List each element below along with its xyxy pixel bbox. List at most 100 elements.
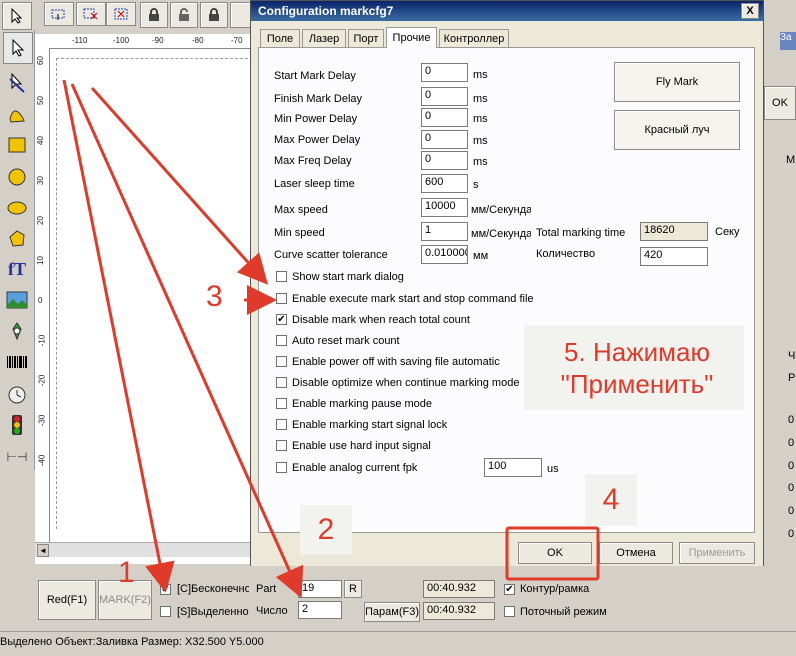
checkbox-selected[interactable] xyxy=(160,606,171,617)
red-btn-label: Red(F1) xyxy=(46,594,88,606)
right-letter: 0 xyxy=(788,528,795,540)
circle-tool-icon[interactable] xyxy=(3,162,31,192)
checkbox-label: Enable power off with saving file automa… xyxy=(292,356,500,368)
vector-file-tool-icon[interactable] xyxy=(3,316,31,346)
checkbox-label: Disable mark when reach total count xyxy=(292,314,470,326)
checkbox-label: Enable analog current fpk xyxy=(292,462,418,474)
ruler-tick: -20 xyxy=(37,374,47,387)
ruler-tick: -10 xyxy=(37,334,47,347)
horizontal-scrollbar[interactable]: ◄ xyxy=(35,542,252,557)
laser-sleep-time-input[interactable]: 600 xyxy=(421,174,468,193)
checkbox-checked[interactable]: ✔ xyxy=(276,314,287,325)
right-letter: 0 xyxy=(788,482,795,494)
polygon-tool-icon[interactable] xyxy=(3,224,31,254)
param-unit: мм/Секунда xyxy=(471,204,531,216)
checkbox[interactable] xyxy=(276,356,287,367)
line-tool-icon[interactable] xyxy=(3,70,31,100)
node-delete-icon[interactable] xyxy=(106,2,136,26)
min-speed-input[interactable]: 1 xyxy=(421,222,468,241)
lock-icon-2[interactable] xyxy=(170,2,198,28)
max-speed-input[interactable]: 10000 xyxy=(421,198,468,217)
right-panel-header: За xyxy=(780,32,796,50)
min-power-delay-input[interactable]: 0 xyxy=(421,108,468,127)
ruler-tick: 20 xyxy=(35,216,45,225)
right-letter: М xyxy=(786,154,796,166)
input-port-tool-icon[interactable] xyxy=(3,410,31,440)
tab-laser[interactable]: Лазер xyxy=(302,29,346,47)
checkbox[interactable] xyxy=(276,440,287,451)
red-light-button[interactable]: Красный луч xyxy=(614,110,740,150)
ellipse-tool-icon[interactable] xyxy=(3,193,31,223)
mark-btn-label: MARK(F2) xyxy=(99,594,151,606)
checkbox-label: Enable use hard input signal xyxy=(292,440,431,452)
lock-icon-3[interactable] xyxy=(200,2,228,28)
checkbox-label: Disable optimize when continue marking m… xyxy=(292,377,520,389)
checkbox[interactable] xyxy=(276,271,287,282)
checkbox[interactable] xyxy=(276,462,287,473)
annotation-number-1: 1 xyxy=(118,556,135,589)
total-marking-time-label: Total marking time xyxy=(536,227,626,239)
curve-tool-icon[interactable] xyxy=(3,100,31,130)
total-marking-time-value: 18620 xyxy=(640,222,708,241)
red-light-label: Красный луч xyxy=(644,124,710,136)
param-label: Max Freq Delay xyxy=(274,155,352,167)
analog-unit: us xyxy=(547,463,559,475)
output-port-tool-icon[interactable]: ⊢⊣ xyxy=(3,442,31,472)
rectangle-tool-icon[interactable] xyxy=(3,130,31,160)
fly-mark-button[interactable]: Fly Mark xyxy=(614,62,740,102)
dialog-title: Configuration markcfg7 xyxy=(258,4,394,18)
ruler-tick: 40 xyxy=(35,136,45,145)
tab-field[interactable]: Поле xyxy=(260,29,300,47)
analog-current-input[interactable]: 100 xyxy=(484,458,542,477)
delete-node-icon[interactable] xyxy=(76,2,106,26)
reset-button[interactable]: R xyxy=(344,580,362,598)
param-unit: ms xyxy=(473,156,488,168)
cancel-button[interactable]: Отмена xyxy=(599,542,673,564)
timer-tool-icon[interactable] xyxy=(3,380,31,410)
param-label: Парам(F3) xyxy=(365,606,419,618)
apply-button[interactable]: Применить xyxy=(679,542,755,564)
time-display-1: 00:40.932 xyxy=(423,580,495,598)
part-input[interactable]: 19 xyxy=(298,580,342,598)
checkbox[interactable] xyxy=(276,377,287,388)
annotation-number-3: 3 xyxy=(206,280,223,313)
param-unit: ms xyxy=(473,135,488,147)
text-tool-icon[interactable]: fT xyxy=(3,254,31,284)
checkbox[interactable] xyxy=(276,398,287,409)
lock-icon[interactable] xyxy=(140,2,168,28)
checkbox-stream[interactable] xyxy=(504,606,515,617)
checkbox-contour[interactable]: ✔ xyxy=(504,584,515,595)
tab-label: Контроллер xyxy=(443,32,505,45)
checkbox[interactable] xyxy=(276,419,287,430)
tab-label: Лазер xyxy=(308,32,340,45)
right-ok-label: OK xyxy=(772,97,788,109)
select-tool-icon[interactable] xyxy=(2,2,32,30)
close-button[interactable]: X xyxy=(741,3,759,19)
count-input[interactable]: 420 xyxy=(640,247,708,266)
checkbox[interactable] xyxy=(276,293,287,304)
barcode-tool-icon[interactable] xyxy=(3,348,31,378)
ruler-tick: -100 xyxy=(113,36,130,45)
checkbox-label: Enable execute mark start and stop comma… xyxy=(292,293,534,305)
start-mark-delay-input[interactable]: 0 xyxy=(421,63,468,82)
tab-port[interactable]: Порт xyxy=(348,29,384,47)
max-power-delay-input[interactable]: 0 xyxy=(421,130,468,149)
finish-mark-delay-input[interactable]: 0 xyxy=(421,87,468,106)
image-tool-icon[interactable] xyxy=(3,285,31,315)
param-button[interactable]: Парам(F3) xyxy=(364,602,420,622)
ruler-tick: -90 xyxy=(152,36,164,45)
lock-icon-4[interactable] xyxy=(230,2,252,28)
red-button[interactable]: Red(F1) xyxy=(38,580,96,620)
ok-button[interactable]: OK xyxy=(518,542,592,564)
tab-controller[interactable]: Контроллер xyxy=(439,29,509,47)
count-input-bottom[interactable]: 2 xyxy=(298,601,342,619)
checkbox[interactable] xyxy=(276,335,287,346)
tab-other[interactable]: Прочие xyxy=(386,27,437,48)
max-freq-delay-input[interactable]: 0 xyxy=(421,151,468,170)
checkbox-continuous[interactable]: ✔ xyxy=(160,584,171,595)
node-edit-icon[interactable] xyxy=(44,2,74,26)
curve-scatter-tolerance-input[interactable]: 0.010000 xyxy=(421,245,468,264)
right-panel-ok-button[interactable]: OK xyxy=(764,86,796,120)
pointer-tool-icon[interactable] xyxy=(3,32,33,64)
left-ruler: 60 50 40 30 20 10 0 -10 -20 -30 -40 xyxy=(35,48,50,548)
